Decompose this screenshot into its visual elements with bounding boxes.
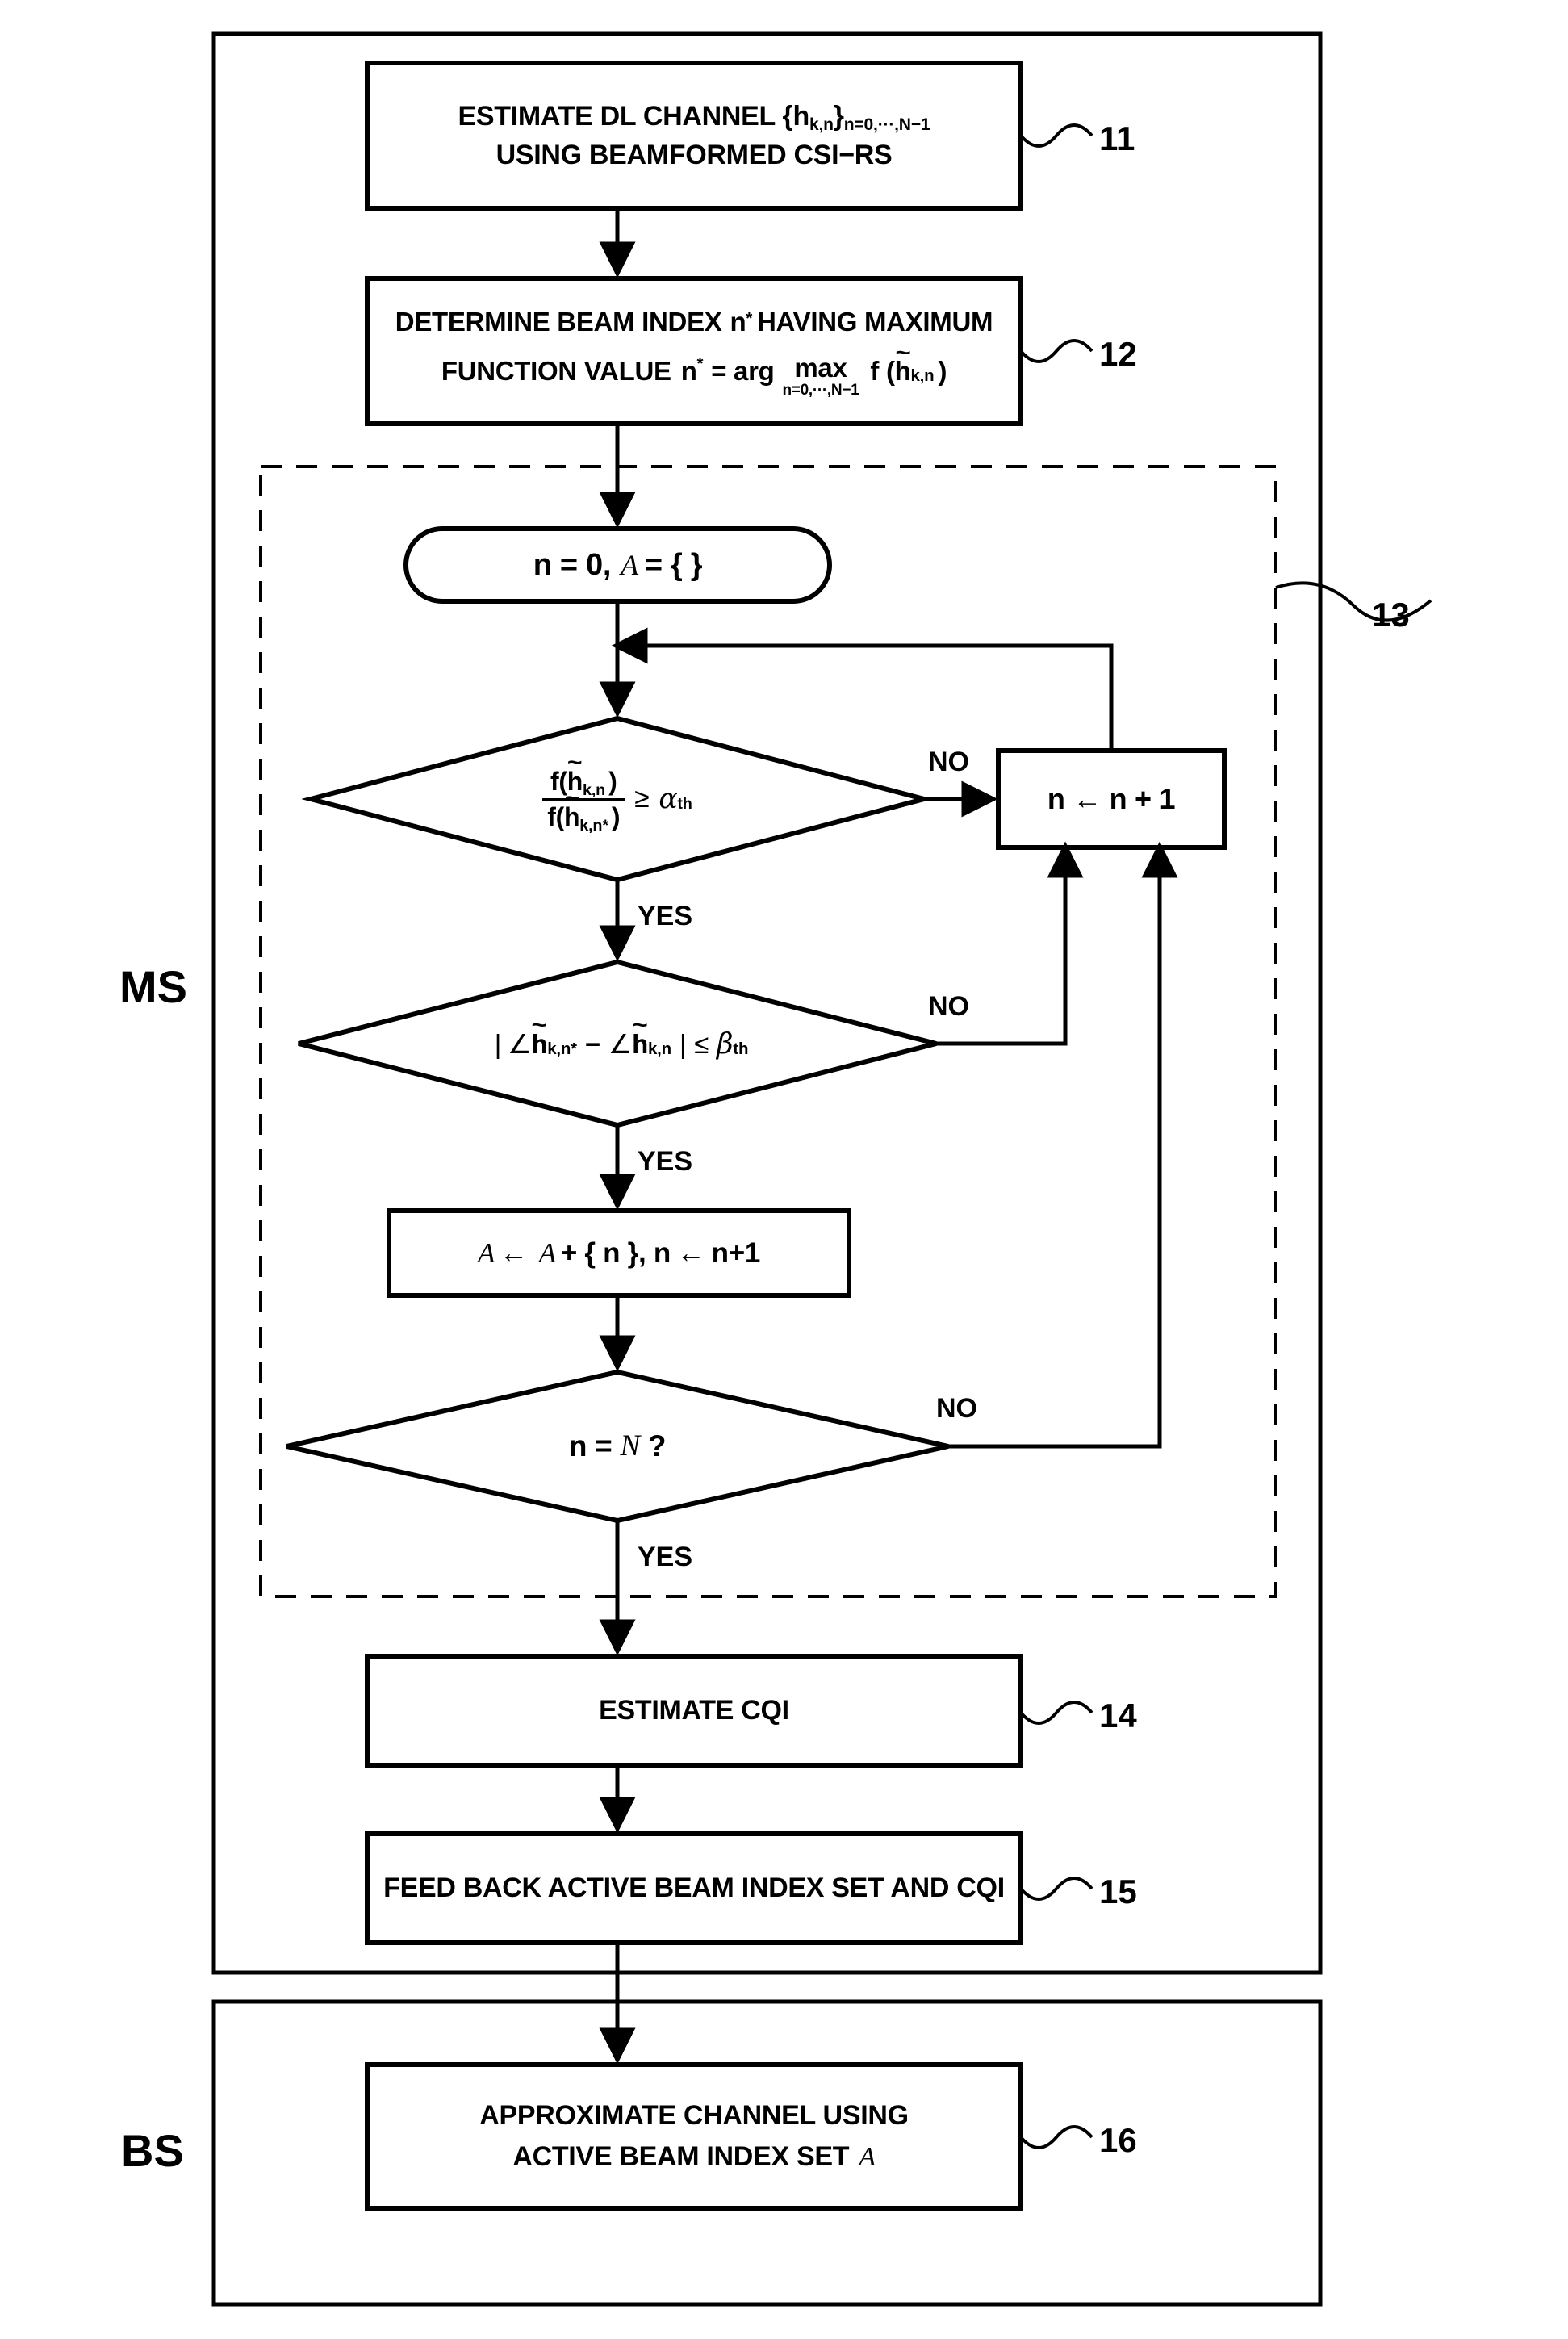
update-set-lhs: A <box>477 1236 495 1269</box>
decision-1-num-sub: k,n <box>583 780 606 799</box>
reference-numeral-12: 12 <box>1099 335 1137 373</box>
update-n-next: n+1 <box>711 1236 761 1269</box>
branch-label-no-1: NO <box>928 747 969 777</box>
reference-numeral-15: 15 <box>1099 1872 1137 1910</box>
step-14-label: ESTIMATE CQI <box>599 1695 789 1726</box>
reference-numeral-14: 14 <box>1099 1697 1137 1734</box>
update-arrow-2: ← <box>676 1236 705 1269</box>
decision-2-beta-sub: th <box>733 1039 749 1058</box>
decision-2-text: | ∠ h k,n* − ∠ h k,n | ≤ β th <box>420 1007 823 1082</box>
decision-1-denominator: f( h k,n* ) <box>542 801 625 835</box>
decision-1-den-close: ) <box>611 801 621 831</box>
decision-2-abs-open: | <box>494 1028 502 1059</box>
leader-11 <box>1019 123 1093 148</box>
decision-2-h2-sub: k,n <box>648 1039 671 1058</box>
decision-1-den-h: h <box>564 802 580 832</box>
decision-2-angle-2: ∠ <box>608 1028 633 1059</box>
step-12-max-range: n=0,···,N−1 <box>782 382 859 400</box>
step-11-line2-text: USING BEAMFORMED CSI−RS <box>495 140 893 170</box>
update-set-rhs: A <box>538 1236 556 1269</box>
branch-label-yes-1: YES <box>638 901 693 931</box>
decision-1-alpha: α <box>659 782 678 815</box>
step-11-line1-range: n=0,···,N−1 <box>843 115 930 135</box>
decision-2-h1: h <box>531 1029 547 1060</box>
connector-decision3-no <box>948 854 1162 1449</box>
decision-1-num-close: ) <box>608 766 617 796</box>
leader-16 <box>1019 2125 1093 2149</box>
step-12-line2-star: * <box>696 354 704 373</box>
decision-3-lhs: n = <box>568 1429 613 1463</box>
start-set-var: A <box>621 548 638 581</box>
decision-2-relation: ≤ <box>694 1028 709 1059</box>
step-11-line1-prefix: ESTIMATE DL CHANNEL {h <box>458 100 810 132</box>
step-12-line2-equals: = arg <box>711 355 775 386</box>
step-11-line-1: ESTIMATE DL CHANNEL {h k,n } n=0,···,N−1 <box>458 100 930 135</box>
leader-14 <box>1019 1701 1093 1725</box>
step-16-text: APPROXIMATE CHANNEL USING ACTIVE BEAM IN… <box>367 2065 1021 2208</box>
decision-1-text: f( h k,n ) f( h k,n* ) ≥ α th <box>440 726 795 872</box>
decision-3-text: n = N ? <box>488 1412 746 1480</box>
step-15-text: FEED BACK ACTIVE BEAM INDEX SET AND CQI <box>367 1834 1021 1943</box>
decision-1-relation: ≥ <box>634 784 650 814</box>
decision-1-alpha-sub: th <box>677 794 692 813</box>
decision-1-fraction: f( h k,n ) f( h k,n* ) <box>542 766 625 835</box>
step-12-f-close: ) <box>938 355 947 386</box>
bs-domain-label: BS <box>121 2125 184 2176</box>
increment-box-text: n ← n + 1 <box>998 751 1224 847</box>
reference-numeral-16: 16 <box>1099 2121 1137 2159</box>
update-add-element: + { n }, n <box>560 1236 671 1269</box>
decision-3-question: ? <box>647 1429 667 1463</box>
branch-label-no-3: NO <box>936 1393 977 1424</box>
step-11-line-2: USING BEAMFORMED CSI−RS <box>496 140 893 170</box>
branch-label-yes-2: YES <box>638 1146 693 1177</box>
step-12-line-1: DETERMINE BEAM INDEX n * HAVING MAXIMUM <box>395 307 993 337</box>
step-12-text: DETERMINE BEAM INDEX n * HAVING MAXIMUM … <box>367 278 1021 424</box>
step-16-line-2: ACTIVE BEAM INDEX SET A <box>512 2140 876 2173</box>
start-n-init: n = 0, <box>533 547 612 582</box>
step-14-text: ESTIMATE CQI <box>367 1656 1021 1765</box>
decision-1-den-f: f( <box>547 801 565 831</box>
step-12-h-var: h <box>895 356 911 387</box>
step-16-set-var: A <box>859 2141 876 2172</box>
step-12-line1-prefix: DETERMINE BEAM INDEX <box>395 307 722 337</box>
decision-2-beta: β <box>717 1027 734 1061</box>
leader-12 <box>1019 339 1093 363</box>
branch-label-no-2: NO <box>928 991 969 1022</box>
step-16-line1-label: APPROXIMATE CHANNEL USING <box>479 2100 909 2132</box>
decision-2-minus: − <box>584 1028 600 1059</box>
figure-canvas: ESTIMATE DL CHANNEL {h k,n } n=0,···,N−1… <box>0 0 1568 2339</box>
step-12-line1-var: n <box>730 307 746 337</box>
step-15-label: FEED BACK ACTIVE BEAM INDEX SET AND CQI <box>383 1872 1005 1904</box>
step-12-h-subscript: k,n <box>910 366 935 386</box>
leader-15 <box>1019 1877 1093 1901</box>
step-12-max-operator: max <box>794 353 847 383</box>
step-12-line1-star: * <box>746 309 753 328</box>
reference-numeral-13: 13 <box>1372 596 1410 634</box>
start-node-text: n = 0, A = { } <box>406 529 830 601</box>
decision-1-den-sub: k,n* <box>579 816 608 835</box>
step-12-line2-var: n <box>680 355 697 386</box>
step-12-f-open: f ( <box>870 355 895 386</box>
decision-2-abs-close: | <box>679 1028 687 1059</box>
step-16-line2-label: ACTIVE BEAM INDEX SET <box>512 2140 850 2172</box>
decision-2-h2: h <box>632 1029 648 1060</box>
start-empty-set: = { } <box>644 547 703 582</box>
step-12-line1-suffix: HAVING MAXIMUM <box>757 307 993 337</box>
branch-label-yes-3: YES <box>638 1542 693 1572</box>
decision-3-N: N <box>620 1429 640 1463</box>
decision-2-angle-1: ∠ <box>508 1028 532 1059</box>
step-12-line2-prefix: FUNCTION VALUE <box>441 355 671 386</box>
step-16-line-1: APPROXIMATE CHANNEL USING <box>479 2100 909 2131</box>
decision-1-numerator: f( h k,n ) <box>546 766 621 799</box>
ms-domain-label: MS <box>119 961 187 1012</box>
step-11-text: ESTIMATE DL CHANNEL {h k,n } n=0,···,N−1… <box>367 63 1021 208</box>
update-box-text: A ← A + { n }, n ← n+1 <box>389 1211 849 1295</box>
update-arrow-1: ← <box>500 1236 528 1269</box>
step-11-line1-subscript: k,n <box>809 115 834 135</box>
step-12-line-2: FUNCTION VALUE n * = arg max n=0,···,N−1… <box>441 349 947 399</box>
reference-numeral-11: 11 <box>1099 119 1135 157</box>
step-11-line1-brace: } <box>833 100 844 132</box>
increment-expression: n ← n + 1 <box>1047 781 1176 815</box>
decision-2-h1-sub: k,n* <box>547 1039 577 1058</box>
